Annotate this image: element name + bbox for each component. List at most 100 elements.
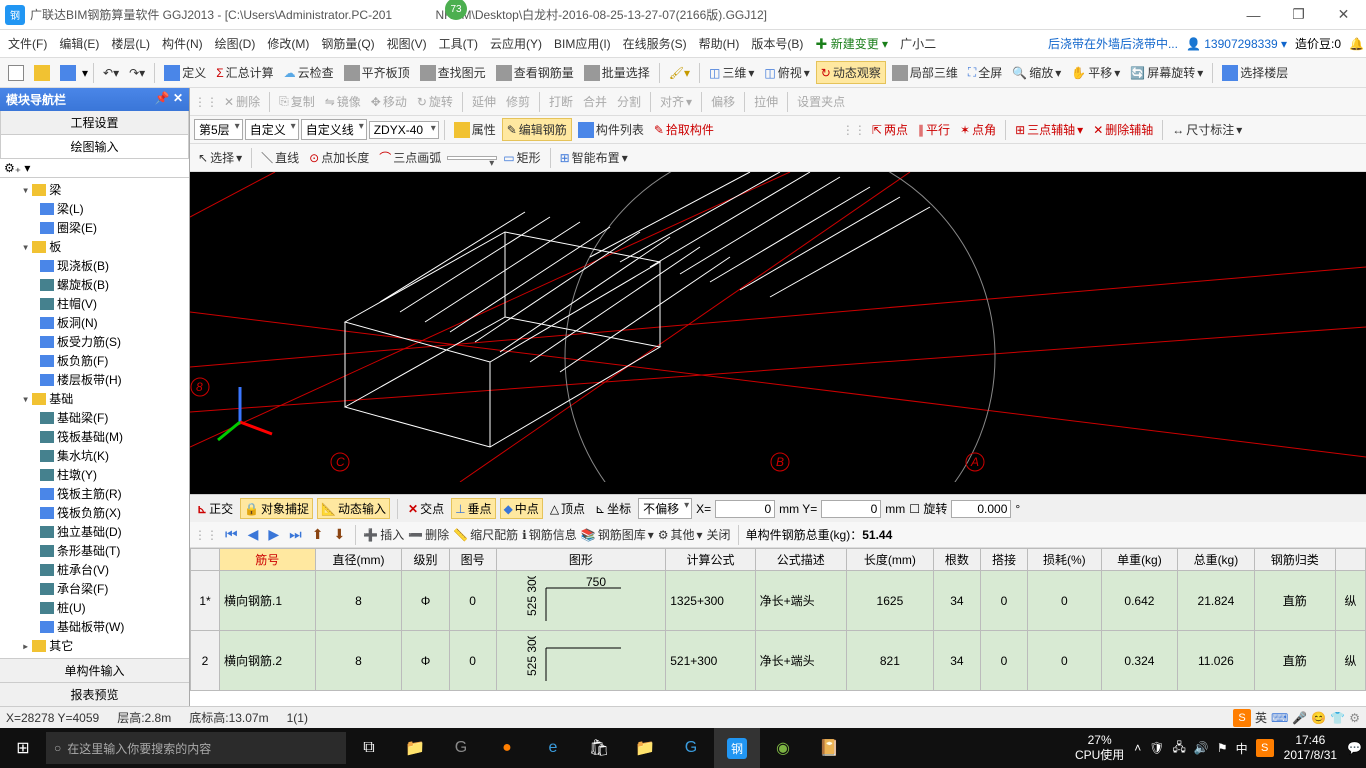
close-panel-icon[interactable]: ✕ [173, 91, 183, 105]
view-rebar-button[interactable]: 查看钢筋量 [492, 62, 578, 83]
define-button[interactable]: 定义 [160, 62, 210, 83]
rotate-toggle[interactable]: ☐ 旋转 [909, 500, 947, 517]
user-phone[interactable]: 👤 13907298339 ▾ [1186, 37, 1287, 51]
align-button[interactable]: 对齐▾ [656, 91, 696, 112]
tray-ime[interactable]: S [1252, 739, 1278, 757]
tree-node[interactable]: 楼层板带(H) [2, 370, 187, 389]
pin-icon[interactable]: 📌 [155, 91, 170, 105]
minimize-button[interactable]: — [1231, 0, 1276, 30]
ime-lang[interactable]: 英 [1255, 709, 1267, 726]
nav-last[interactable]: ⏭ [286, 526, 305, 543]
tree-node[interactable]: 筏板基础(M) [2, 427, 187, 446]
cpu-meter[interactable]: 27%CPU使用 [1069, 733, 1130, 763]
taskbar-app-5[interactable]: ◉ [760, 728, 806, 768]
ime-gear-icon[interactable]: ⚙ [1349, 711, 1360, 725]
offset-button[interactable]: 偏移 [707, 91, 739, 112]
edit-rebar-button[interactable]: ✎ 编辑钢筋 [502, 118, 572, 141]
dynamic-input-toggle[interactable]: 📐动态输入 [317, 498, 390, 519]
rect-tool[interactable]: ▭ 矩形 [499, 147, 544, 168]
cloud-check-button[interactable]: ☁云检查 [280, 62, 338, 83]
parallel-button[interactable]: ∥ 平行 [914, 119, 954, 140]
stretch-button[interactable]: 拉伸 [750, 91, 782, 112]
pick-element-button[interactable]: ✎ 拾取构件 [650, 119, 718, 140]
tree-node[interactable]: ▾基础 [2, 389, 187, 408]
start-button[interactable]: ⊞ [0, 728, 46, 768]
find-graph-button[interactable]: 查找图元 [416, 62, 490, 83]
smart-layout-tool[interactable]: ⊞ 智能布置▾ [556, 147, 632, 168]
top-view-button[interactable]: ◫俯视▾ [760, 62, 813, 83]
tree-node[interactable]: 基础梁(F) [2, 408, 187, 427]
tree-node[interactable]: 筏板主筋(R) [2, 484, 187, 503]
tree-node[interactable]: 圈梁(E) [2, 218, 187, 237]
set-grip-button[interactable]: 设置夹点 [793, 91, 849, 112]
property-button[interactable]: 属性 [450, 119, 500, 140]
y-input[interactable] [821, 500, 881, 518]
tree-node[interactable]: ▾板 [2, 237, 187, 256]
table-row[interactable]: 2横向钢筋.28Φ0525 300521+300净长+端头82134000.32… [191, 631, 1366, 691]
ime-mic-icon[interactable]: 🎤 [1292, 711, 1307, 725]
nav-up[interactable]: ⬆ [309, 526, 327, 543]
nav-down[interactable]: ⬇ [331, 526, 349, 543]
coord-snap[interactable]: ⊾坐标 [592, 499, 634, 518]
taskbar-app-4[interactable]: G [668, 728, 714, 768]
split-button[interactable]: 分割 [613, 91, 645, 112]
dimension-button[interactable]: ↔ 尺寸标注▾ [1168, 119, 1246, 140]
tree-node[interactable]: 桩承台(V) [2, 560, 187, 579]
toolbar-grip-2[interactable]: ⋮⋮ [842, 123, 866, 137]
menu-file[interactable]: 文件(F) [2, 35, 53, 52]
tree-node[interactable]: 筏板负筋(X) [2, 503, 187, 522]
arc-dropdown[interactable] [447, 156, 497, 160]
ime-shirt-icon[interactable]: 👕 [1330, 711, 1345, 725]
menu-floor[interactable]: 楼层(L) [105, 35, 156, 52]
menu-version[interactable]: 版本号(B) [745, 35, 809, 52]
redo-button[interactable]: ↷▾ [125, 64, 149, 82]
tree-node[interactable]: 条形基础(T) [2, 541, 187, 560]
menu-cloud[interactable]: 云应用(Y) [484, 35, 548, 52]
move-button[interactable]: ✥ 移动 [367, 91, 411, 112]
new-variation-button[interactable]: ✚ 新建变更 ▾ [809, 35, 894, 52]
tree-node[interactable]: 梁(L) [2, 199, 187, 218]
scale-rebar-button[interactable]: 📏 缩尺配筋 [453, 526, 518, 543]
element-tree[interactable]: ▾梁梁(L)圈梁(E)▾板现浇板(B)螺旋板(B)柱帽(V)板洞(N)板受力筋(… [0, 178, 189, 658]
tray-volume-icon[interactable]: 🔊 [1190, 741, 1213, 755]
taskbar-app-3[interactable]: ● [484, 728, 530, 768]
perpendicular-snap[interactable]: ⊥垂点 [451, 498, 495, 519]
rotate-button[interactable]: ↻ 旋转 [413, 91, 457, 112]
tray-up-icon[interactable]: ˄ [1130, 741, 1145, 755]
ortho-toggle[interactable]: ⊾正交 [194, 499, 236, 518]
close-table-button[interactable]: 关闭 [707, 526, 731, 543]
vertex-snap[interactable]: △顶点 [547, 499, 588, 518]
tree-expand-icon[interactable]: ⚙₊ ▾ [4, 161, 30, 175]
menu-online[interactable]: 在线服务(S) [617, 35, 693, 52]
tab-report-preview[interactable]: 报表预览 [0, 682, 189, 706]
tree-node[interactable]: 板洞(N) [2, 313, 187, 332]
extend-button[interactable]: 延伸 [468, 91, 500, 112]
menu-edit[interactable]: 编辑(E) [53, 35, 105, 52]
tree-node[interactable]: 集水坑(K) [2, 446, 187, 465]
ime-icon[interactable]: S [1233, 709, 1251, 727]
menu-bim[interactable]: BIM应用(I) [548, 35, 617, 52]
taskbar-app-1[interactable]: 📁 [392, 728, 438, 768]
task-view-button[interactable]: ⧉ [346, 728, 392, 768]
3d-viewport[interactable]: 8 C B A [190, 172, 1366, 494]
offset-mode[interactable]: 不偏移 [638, 498, 692, 519]
tree-node[interactable]: 板负筋(F) [2, 351, 187, 370]
three-axis-button[interactable]: ⊞ 三点辅轴▾ [1011, 119, 1087, 140]
ime-tool-icon[interactable]: ⌨ [1271, 711, 1288, 725]
tree-node[interactable]: 独立基础(D) [2, 522, 187, 541]
undo-button[interactable]: ↶▾ [99, 64, 123, 82]
rotate-input[interactable] [951, 500, 1011, 518]
tab-draw-input[interactable]: 绘图输入 [0, 135, 189, 159]
tree-node[interactable]: 现浇板(B) [2, 256, 187, 275]
tray-flag-icon[interactable]: ⚑ [1213, 741, 1232, 755]
intersection-snap[interactable]: ✕交点 [405, 499, 447, 518]
notifications-button[interactable]: 💬 [1343, 741, 1366, 755]
object-snap-toggle[interactable]: 🔒对象捕捉 [240, 498, 313, 519]
midpoint-snap[interactable]: ◆中点 [500, 498, 543, 519]
taskbar-app-2[interactable]: G [438, 728, 484, 768]
ime-face-icon[interactable]: 😊 [1311, 711, 1326, 725]
delete-button[interactable]: ✕ 删除 [220, 91, 264, 112]
taskbar-store[interactable]: 🛍 [576, 728, 622, 768]
x-input[interactable] [715, 500, 775, 518]
tree-node[interactable]: 板受力筋(S) [2, 332, 187, 351]
